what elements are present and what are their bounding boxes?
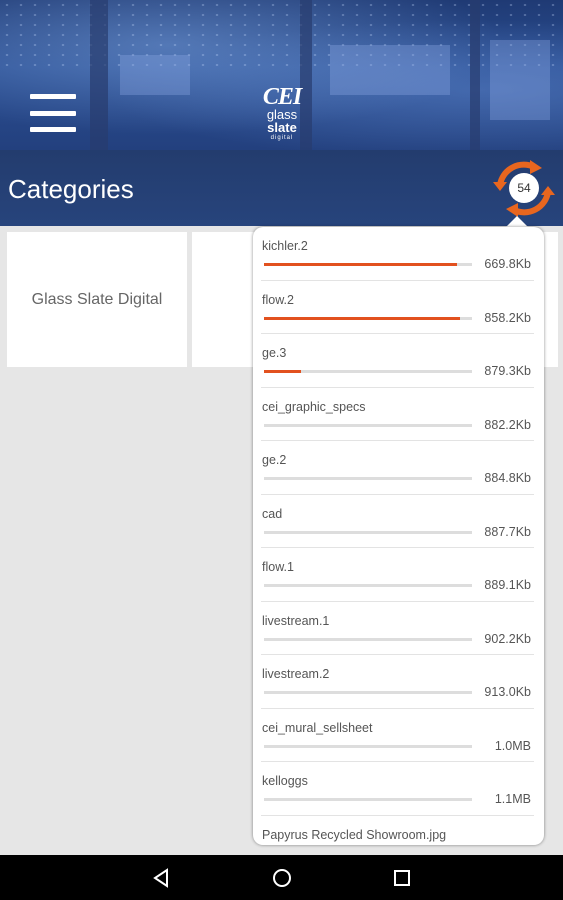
download-file-name: kichler.2 [262,239,308,253]
background-pillar [90,0,108,150]
download-item[interactable]: kelloggs 1.1MB [261,762,534,816]
download-file-size: 902.2Kb [484,631,531,646]
download-progress-bar [264,370,472,373]
download-file-size: 889.1Kb [484,578,531,592]
download-progress-bar [264,316,472,320]
download-progress-bar [264,584,472,587]
download-queue-panel[interactable]: kichler.2 669.8Kb flow.2 858.2Kb ge.3 879.3Kb… [253,227,544,845]
download-file-size: 882.2Kb [484,417,531,432]
background-screen [120,55,190,95]
download-item[interactable]: cad 887.7Kb [261,495,534,548]
home-icon[interactable] [269,865,295,891]
pending-count-badge: 54 [509,173,539,203]
category-tile-label: Glass Slate Digital [31,290,163,308]
download-file-name: kelloggs [262,774,308,788]
download-file-name: ge.3 [262,346,287,360]
recents-icon[interactable] [389,865,415,891]
header-banner: CEI glass slate digital [0,0,563,150]
download-item[interactable]: kichler.2 669.8Kb [261,227,534,281]
app-logo: CEI glass slate digital [252,84,312,148]
download-item[interactable]: ge.3 879.3Kb [261,334,534,388]
sync-button[interactable]: 54 [490,158,558,220]
background-pillar [470,0,480,150]
download-item[interactable]: Papyrus Recycled Showroom.jpg1.0MB [261,816,534,846]
download-file-size: 858.2Kb [484,310,531,325]
download-file-name: cei_mural_sellsheet [262,720,373,735]
menu-button[interactable] [30,94,76,132]
download-file-name: ge.2 [262,453,287,467]
download-item[interactable]: cei_mural_sellsheet 1.0MB [261,709,534,762]
page-title: Categories [8,174,134,204]
download-progress-bar [264,423,472,427]
download-file-name: Papyrus Recycled Showroom.jpg [262,827,447,842]
download-progress-bar [264,263,472,266]
download-item[interactable]: flow.2 858.2Kb [261,281,534,334]
download-item[interactable]: ge.2 884.8Kb [261,441,534,495]
download-progress-fill [264,316,460,320]
back-icon[interactable] [149,865,175,891]
download-progress-fill [264,263,458,266]
download-item[interactable]: livestream.1 902.2Kb [261,602,534,655]
download-file-name: flow.2 [262,292,294,307]
download-item[interactable]: flow.1 889.1Kb [261,548,534,602]
download-file-size: 879.3Kb [484,364,531,378]
title-bar: Categories [0,150,563,226]
download-file-name: cei_graphic_specs [262,399,366,414]
download-file-name: cad [262,506,283,521]
download-progress-bar [264,637,472,641]
background-screen [330,45,450,95]
download-file-size: 1.0MB [494,738,531,753]
download-file-name: flow.1 [262,560,294,574]
logo-digital: digital [270,135,294,141]
download-item[interactable]: livestream.2 913.0Kb [261,655,534,709]
download-file-name: livestream.1 [262,613,330,628]
download-file-size: 1.1MB [494,792,531,806]
download-file-size: 887.7Kb [484,524,531,539]
download-progress-bar [264,798,472,801]
download-file-name: livestream.2 [262,667,330,681]
logo-slate: slate [267,120,297,135]
download-file-size: 884.8Kb [484,471,531,485]
logo-cei: CEI [262,84,302,110]
download-progress-bar [264,744,472,748]
download-file-size: 669.8Kb [484,257,531,271]
background-screen [490,40,550,120]
system-nav-bar [0,855,563,900]
category-tile[interactable]: Glass Slate Digital [7,232,187,367]
hamburger-icon [30,94,76,99]
download-progress-bar [264,530,472,534]
download-item[interactable]: cei_graphic_specs 882.2Kb [261,388,534,441]
download-file-size: 913.0Kb [484,685,531,699]
download-progress-bar [264,691,472,694]
download-progress-fill [264,370,302,373]
download-progress-bar [264,477,472,480]
